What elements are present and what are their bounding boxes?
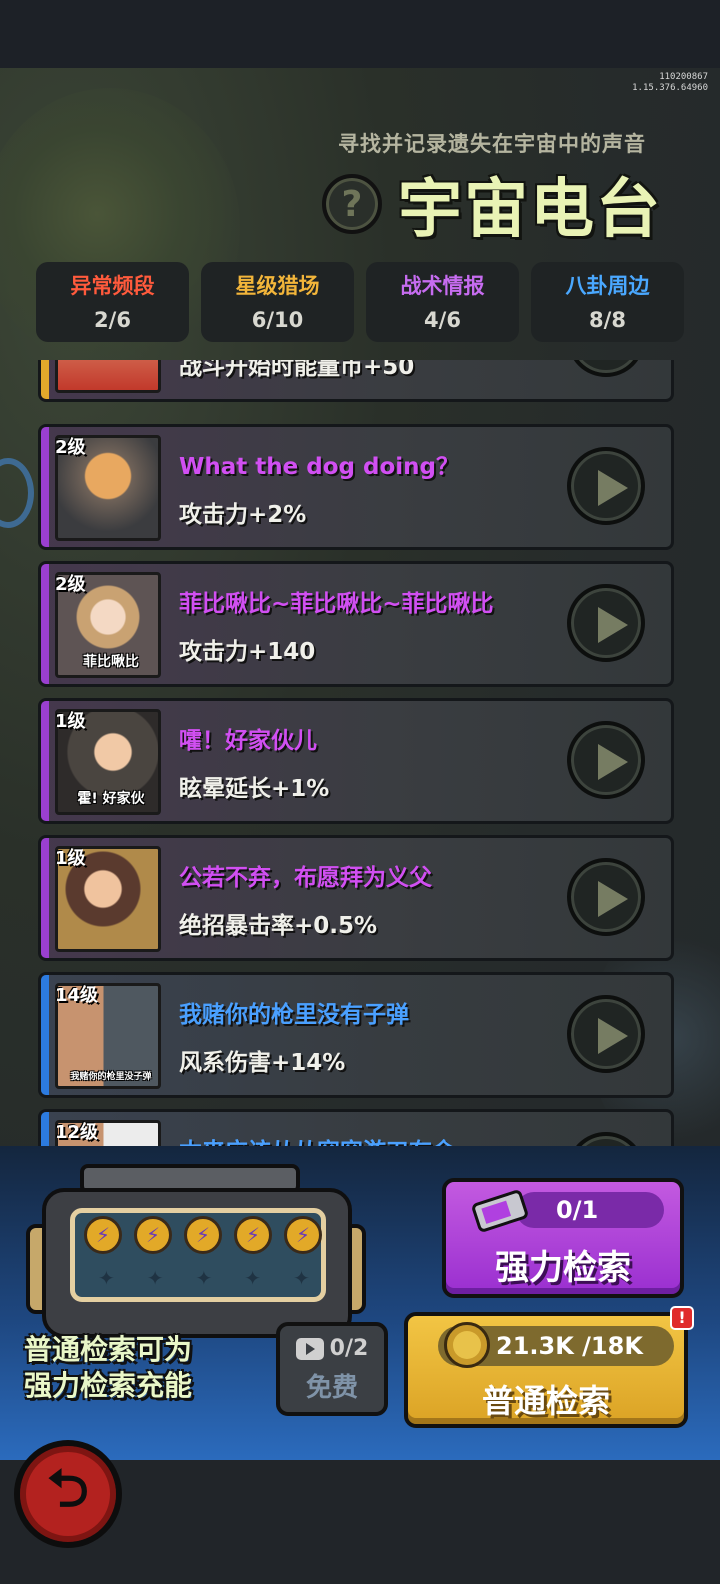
battery-icon — [470, 1188, 530, 1234]
level-badge: 1级 — [55, 711, 86, 732]
list-item[interactable]: 战斗开始时能量币+50 — [38, 360, 674, 402]
page-subtitle: 寻找并记录遗失在宇宙中的声音 — [338, 132, 646, 156]
sound-title: 菲比啾比~菲比啾比~菲比啾比 — [179, 591, 494, 617]
empty-slots: ✦ ✦ ✦ ✦ ✦ — [98, 1266, 310, 1290]
level-badge: 2级 — [55, 574, 86, 595]
sparkle-icon: ✦ — [146, 1266, 164, 1290]
thumbnail-caption: 我赌你的枪里没子弹 — [70, 1072, 152, 1082]
tab-tactical-intel[interactable]: 战术情报 4/6 — [366, 262, 519, 342]
sound-title: What the dog doing？ — [179, 454, 459, 480]
sound-title: 我赌你的枪里没有子弹 — [179, 1002, 409, 1028]
list-item[interactable]: 霍! 好家伙 1级 嚯！好家伙儿 眩晕延长+1% — [38, 698, 674, 824]
tab-label: 八卦周边 — [565, 274, 650, 298]
video-icon — [295, 1337, 324, 1360]
sound-title: 嚯！好家伙儿 — [179, 728, 317, 754]
free-count: 0/2 — [329, 1336, 369, 1361]
sound-effect: 攻击力+2% — [179, 502, 307, 528]
radio-device: ⚡ ⚡ ⚡ ⚡ ⚡ ✦ ✦ ✦ ✦ ✦ — [20, 1164, 372, 1344]
lightning-icon: ⚡ — [84, 1216, 122, 1254]
play-icon — [598, 1018, 628, 1054]
play-icon — [598, 607, 628, 643]
tab-progress: 4/6 — [424, 308, 461, 332]
top-status-bar — [0, 0, 720, 68]
play-icon — [598, 881, 628, 917]
sound-effect: 绝招暴击率+0.5% — [179, 913, 378, 939]
normal-search-button[interactable]: 21.3K /18K 普通检索 — [404, 1312, 688, 1428]
play-icon — [598, 744, 628, 780]
sparkle-icon: ✦ — [293, 1266, 310, 1290]
play-button[interactable] — [567, 995, 645, 1073]
tab-label: 战术情报 — [400, 274, 485, 298]
normal-cost: 21.3K /18K — [496, 1332, 643, 1360]
tab-progress: 8/8 — [589, 308, 626, 332]
rarity-rail — [41, 427, 49, 547]
sparkle-icon: ✦ — [244, 1266, 262, 1290]
level-badge: 12级 — [55, 1122, 99, 1143]
back-button[interactable]: ⮌ — [14, 1440, 122, 1548]
build-version: 110200867 1.15.376.64960 — [632, 72, 708, 93]
rarity-rail — [41, 975, 49, 1095]
play-icon — [598, 470, 628, 506]
tab-progress: 6/10 — [251, 308, 304, 332]
list-item[interactable]: 12级 本来应该从从容容游刃有余 — [38, 1109, 674, 1146]
free-label: 免费 — [305, 1373, 358, 1403]
tab-gossip[interactable]: 八卦周边 8/8 — [531, 262, 684, 342]
charge-hint: 普通检索可为 强力检索充能 — [24, 1333, 193, 1402]
question-icon: ? — [341, 183, 363, 225]
play-button[interactable] — [567, 1132, 645, 1146]
tab-progress: 2/6 — [94, 308, 131, 332]
lightning-icon: ⚡ — [284, 1216, 322, 1254]
lightning-icon: ⚡ — [134, 1216, 172, 1254]
sound-effect: 风系伤害+14% — [179, 1050, 346, 1076]
sound-effect: 眩晕延长+1% — [179, 776, 330, 802]
play-button[interactable] — [567, 858, 645, 936]
lightning-icon: ⚡ — [234, 1216, 272, 1254]
rarity-rail — [41, 701, 49, 821]
tab-label: 异常频段 — [70, 274, 155, 298]
page-title: 宇宙电台 — [398, 173, 662, 247]
free-search-button[interactable]: 0/2 免费 — [276, 1322, 388, 1416]
list-item[interactable]: 1级 公若不弃，布愿拜为义父 绝招暴击率+0.5% — [38, 835, 674, 961]
category-tabs: 异常频段 2/6 星级猎场 6/10 战术情报 4/6 八卦周边 8/8 — [36, 262, 684, 342]
strong-count: 0/1 — [556, 1196, 599, 1224]
charge-slots: ⚡ ⚡ ⚡ ⚡ ⚡ — [84, 1216, 322, 1254]
sound-thumbnail — [55, 360, 161, 393]
list-item[interactable]: 我赌你的枪里没子弹 14级 我赌你的枪里没有子弹 风系伤害+14% — [38, 972, 674, 1098]
tab-label: 星级猎场 — [235, 274, 320, 298]
strong-label: 强力检索 — [495, 1248, 631, 1288]
level-badge: 14级 — [55, 985, 99, 1006]
rarity-rail — [41, 564, 49, 684]
rarity-rail — [41, 1112, 49, 1146]
list-item[interactable]: 2级 What the dog doing？ 攻击力+2% — [38, 424, 674, 550]
sound-title: 公若不弃，布愿拜为义父 — [179, 865, 432, 891]
coin-icon — [444, 1322, 490, 1368]
normal-label: 普通检索 — [481, 1382, 610, 1420]
tab-abnormal-band[interactable]: 异常频段 2/6 — [36, 262, 189, 342]
sound-title: 本来应该从从容容游刃有余 — [179, 1132, 455, 1146]
rarity-rail — [41, 838, 49, 958]
list-item[interactable]: 菲比啾比 2级 菲比啾比~菲比啾比~菲比啾比 攻击力+140 — [38, 561, 674, 687]
sound-effect: 战斗开始时能量币+50 — [179, 360, 415, 380]
level-badge: 1级 — [55, 848, 86, 869]
sparkle-icon: ✦ — [98, 1266, 115, 1290]
level-badge: 2级 — [55, 437, 86, 458]
thumbnail-caption: 菲比啾比 — [83, 654, 139, 670]
strong-search-button[interactable]: 0/1 强力检索 — [442, 1178, 684, 1298]
play-button[interactable] — [567, 584, 645, 662]
sparkle-icon: ✦ — [195, 1266, 213, 1290]
alert-badge: ! — [670, 1306, 694, 1330]
tab-star-hunt[interactable]: 星级猎场 6/10 — [201, 262, 354, 342]
sound-list[interactable]: 战斗开始时能量币+50 2级 What the dog doing？ 攻击力+2… — [0, 360, 720, 1146]
play-button[interactable] — [567, 721, 645, 799]
rarity-rail — [41, 360, 49, 399]
sound-effect: 攻击力+140 — [179, 639, 316, 665]
lightning-icon: ⚡ — [184, 1216, 222, 1254]
play-button[interactable] — [567, 447, 645, 525]
play-button[interactable] — [567, 360, 645, 377]
help-button[interactable]: ? — [322, 174, 382, 234]
thumbnail-caption: 霍! 好家伙 — [77, 791, 145, 807]
return-arrow-icon: ⮌ — [47, 1458, 89, 1519]
